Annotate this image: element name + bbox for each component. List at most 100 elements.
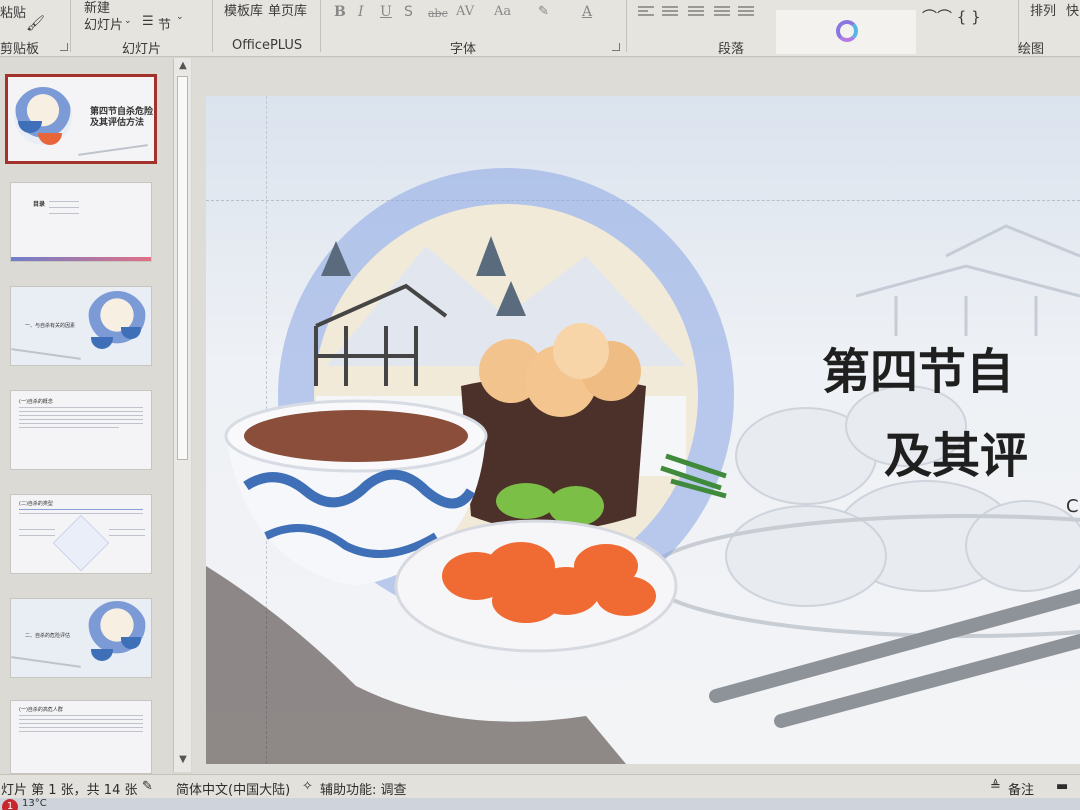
language-indicator[interactable]: 简体中文(中国大陆): [176, 779, 290, 798]
distributed-icon[interactable]: [738, 6, 754, 20]
slide-thumbnail-2[interactable]: 目录: [10, 182, 152, 262]
arrange-button[interactable]: 排列: [1030, 0, 1056, 19]
thumbnail-line: [19, 415, 143, 416]
chevron-down-icon[interactable]: ⌄: [124, 16, 132, 26]
notes-button[interactable]: 备注: [1008, 779, 1034, 798]
slides-group-label: 幻灯片: [122, 42, 162, 57]
chevron-down-icon[interactable]: ⌄: [176, 12, 184, 22]
slide-thumbnail-6[interactable]: 二、自杀的危险评估: [10, 598, 152, 678]
thumbnail-line: [19, 715, 143, 716]
align-left-icon[interactable]: [638, 6, 654, 20]
status-bar: 幻灯片 第 1 张，共 14 张 ✎ 简体中文(中国大陆) ✧ 辅助功能: 调查…: [0, 774, 1080, 798]
justify-icon[interactable]: [714, 6, 730, 20]
thumbnail-line: [19, 727, 143, 728]
thumbnail-line: [19, 719, 143, 720]
slide-thumbnail-3[interactable]: 一、与自杀有关的因素: [10, 286, 152, 366]
officeplus-group-label: OfficePLUS: [232, 38, 303, 53]
shadow-button[interactable]: S: [404, 4, 413, 20]
copilot-icon[interactable]: [836, 20, 858, 42]
slide-1[interactable]: 第四节自 及其评 C: [206, 96, 1080, 764]
thumbnail-line: [19, 419, 143, 420]
thumbnail-line: [49, 207, 79, 208]
font-group-label: 字体: [450, 42, 477, 57]
format-painter-icon[interactable]: 🖌: [26, 14, 45, 32]
thumbnail-line: [109, 529, 145, 530]
scroll-down-icon[interactable]: ▼: [175, 754, 191, 768]
scroll-up-icon[interactable]: ▲: [175, 60, 191, 74]
divider: [70, 0, 71, 52]
accessibility-status[interactable]: 辅助功能: 调查: [320, 779, 407, 798]
paragraph-group-label: 段落: [718, 42, 745, 57]
slide-thumbnail-pane: 第四节自杀危险 及其评估方法 目录 一、与自杀有关的因素 (一)自杀的概念 (二…: [0, 58, 172, 774]
slide-title-line-1[interactable]: 第四节自: [822, 332, 1014, 402]
thumbnail-line: [19, 427, 119, 428]
thumbnail-diagram: [52, 514, 110, 572]
highlight-icon[interactable]: ✎: [538, 4, 549, 19]
thumbnail-line: [49, 201, 79, 202]
slide-subtitle[interactable]: C: [1066, 496, 1079, 517]
slide-title-line-2[interactable]: 及其评: [884, 416, 1028, 486]
section-button[interactable]: 节: [158, 14, 171, 33]
font-launcher-icon[interactable]: [612, 43, 620, 51]
thumbnail-title: 第四节自杀危险 及其评估方法: [90, 107, 154, 128]
slide-counter: 幻灯片 第 1 张，共 14 张: [0, 783, 138, 798]
thumbnail-title: 二、自杀的危险评估: [25, 633, 71, 639]
new-slide-button[interactable]: 新建 幻灯片: [84, 0, 123, 34]
slide-editor[interactable]: 第四节自 及其评 C: [192, 58, 1080, 774]
slide-thumbnail-1[interactable]: 第四节自杀危险 及其评估方法: [5, 74, 157, 164]
thumbnail-line: [19, 407, 143, 408]
single-page-library-button[interactable]: 单页库: [268, 0, 307, 19]
weather-alert-icon[interactable]: 1: [2, 799, 18, 810]
thumbnail-line: [109, 535, 145, 536]
divider: [212, 0, 213, 52]
clipboard-launcher-icon[interactable]: [60, 43, 68, 51]
divider: [320, 0, 321, 52]
comments-icon[interactable]: ▬: [1056, 779, 1068, 794]
thumbnail-line: [19, 731, 143, 732]
divider: [626, 0, 627, 52]
strikethrough-button[interactable]: abc: [428, 7, 448, 20]
bold-button[interactable]: B: [334, 4, 346, 20]
slide-thumbnail-4[interactable]: (一)自杀的概念: [10, 390, 152, 470]
section-icon[interactable]: ☰: [142, 14, 154, 29]
clipboard-group-label: 剪贴板: [0, 42, 40, 57]
thumbnail-chopsticks: [78, 144, 148, 156]
thumbnail-scrollbar[interactable]: ▲ ▼: [173, 58, 191, 772]
thumbnail-line: [19, 411, 143, 412]
taskbar: 1 13°C: [0, 798, 1080, 810]
chopsticks: [709, 589, 1080, 728]
thumbnail-chopsticks: [11, 656, 81, 668]
slide-thumbnail-7[interactable]: (一)自杀的高危人群: [10, 700, 152, 774]
align-right-icon[interactable]: [688, 6, 704, 20]
background-pavilion: [855, 224, 1080, 336]
ribbon: 粘贴 🖌 剪贴板 新建 幻灯片 ⌄ ☰ 节 ⌄ 幻灯片 模板库 单页库 Offi…: [0, 0, 1080, 57]
template-library-button[interactable]: 模板库: [224, 0, 263, 19]
thumbnail-line: [19, 423, 143, 424]
notes-icon[interactable]: ≜: [990, 779, 1001, 794]
weather-temperature[interactable]: 13°C: [22, 798, 47, 809]
thumbnail-chopsticks: [11, 348, 81, 360]
thumbnail-line: [19, 535, 55, 536]
thumbnail-accent-bar: [11, 257, 151, 261]
slide-thumbnail-5[interactable]: (二)自杀的类型: [10, 494, 152, 574]
notes-check-icon[interactable]: ✎: [142, 779, 153, 794]
drawing-group-label: 绘图: [1018, 42, 1045, 57]
paste-label[interactable]: 粘贴: [0, 2, 26, 21]
font-color-button[interactable]: A: [582, 4, 592, 20]
thumbnail-line: [19, 723, 143, 724]
change-case-button[interactable]: Aa: [494, 4, 511, 19]
character-spacing-button[interactable]: AV: [456, 4, 474, 19]
align-center-icon[interactable]: [662, 6, 678, 20]
thumbnail-line: [19, 529, 55, 530]
thumbnail-line: [49, 213, 79, 214]
scrollbar-thumb[interactable]: [177, 76, 188, 460]
thumbnail-title: 目录: [33, 201, 46, 208]
thumbnail-line: [19, 509, 143, 510]
accessibility-icon[interactable]: ✧: [302, 779, 313, 794]
italic-button[interactable]: I: [358, 4, 364, 20]
quick-styles-button[interactable]: 快: [1066, 0, 1079, 19]
underline-button[interactable]: U: [380, 4, 392, 20]
thumbnail-title: 一、与自杀有关的因素: [25, 323, 76, 329]
shapes-gallery[interactable]: ⌒⌒ { }: [922, 6, 981, 27]
sausage-plate: [394, 519, 678, 653]
